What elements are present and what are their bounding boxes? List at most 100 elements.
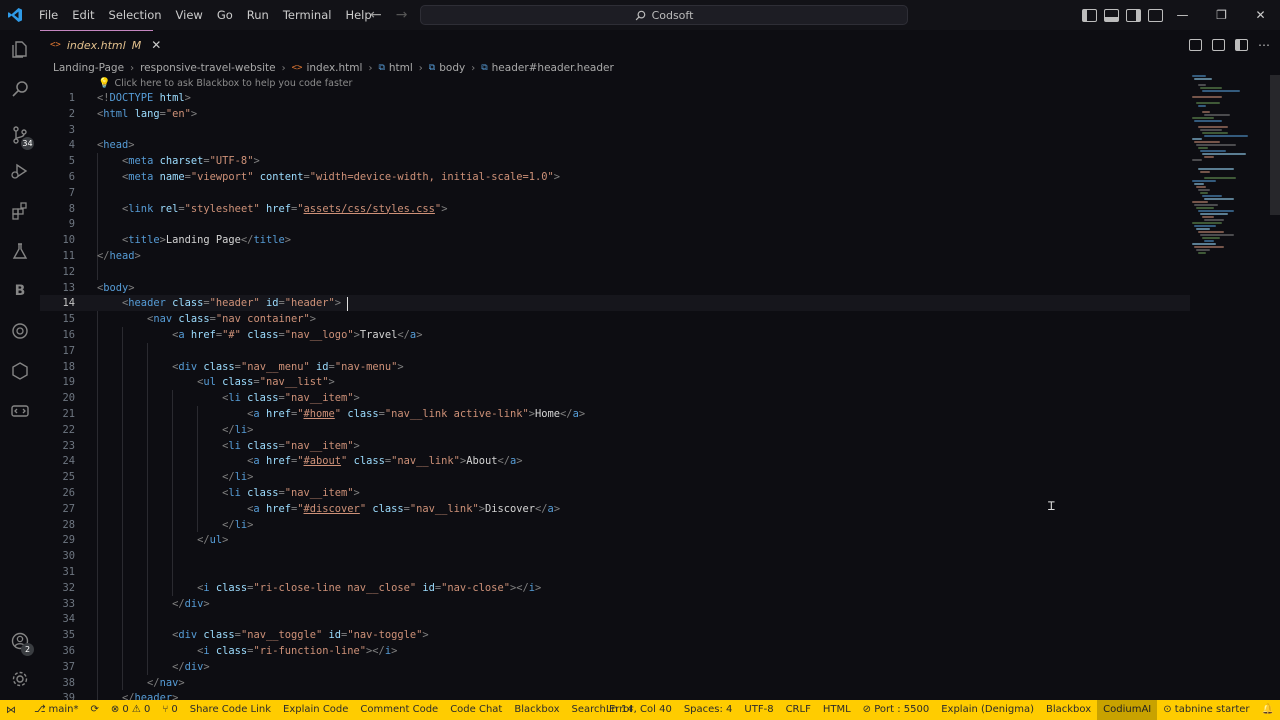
status-eol[interactable]: CRLF bbox=[780, 700, 817, 720]
status-port[interactable]: ⊘ Port : 5500 bbox=[857, 700, 936, 720]
code-line[interactable]: 25 </li> bbox=[40, 469, 1190, 485]
code-line[interactable]: 7 bbox=[40, 185, 1190, 201]
code-line[interactable]: 2 <html lang="en"> bbox=[40, 106, 1190, 122]
code-line[interactable]: 28 </li> bbox=[40, 517, 1190, 533]
menu-edit[interactable]: Edit bbox=[65, 4, 101, 26]
status-share-code-link[interactable]: Share Code Link bbox=[184, 700, 277, 720]
code-line[interactable]: 13 <body> bbox=[40, 280, 1190, 296]
menu-run[interactable]: Run bbox=[240, 4, 276, 26]
breadcrumb-symbol-header[interactable]: ⧉ header#header.header bbox=[481, 62, 614, 74]
menu-go[interactable]: Go bbox=[210, 4, 240, 26]
toggle-primary-sidebar-icon[interactable] bbox=[1082, 8, 1097, 22]
code-line[interactable]: 11 </head> bbox=[40, 248, 1190, 264]
codium-icon[interactable] bbox=[9, 320, 31, 342]
status-explain-denigma[interactable]: Explain (Denigma) bbox=[935, 700, 1040, 720]
run-debug-icon[interactable] bbox=[9, 160, 31, 182]
forward-arrow-icon[interactable]: → bbox=[396, 7, 408, 23]
status-branch[interactable]: ⎇ main* bbox=[28, 700, 85, 720]
status-encoding[interactable]: UTF-8 bbox=[738, 700, 779, 720]
blackbox-codelens[interactable]: 💡 Click here to ask Blackbox to help you… bbox=[98, 78, 352, 89]
status-notifications[interactable]: 🔔 bbox=[1256, 700, 1280, 720]
minimize-button[interactable]: — bbox=[1163, 0, 1202, 30]
tab-index-html[interactable]: <> index.html M ✕ bbox=[40, 30, 161, 59]
status-code-chat[interactable]: Code Chat bbox=[444, 700, 508, 720]
status-ports[interactable]: ⑂ 0 bbox=[156, 700, 183, 720]
status-comment-code[interactable]: Comment Code bbox=[354, 700, 444, 720]
breadcrumb-symbol-body[interactable]: ⧉ body bbox=[429, 62, 465, 74]
code-line[interactable]: 24 <a href="#about" class="nav__link">Ab… bbox=[40, 453, 1190, 469]
source-control-icon[interactable]: 34 bbox=[9, 124, 34, 150]
explorer-icon[interactable] bbox=[9, 38, 31, 60]
code-line[interactable]: 10 <title>Landing Page</title> bbox=[40, 232, 1190, 248]
code-line[interactable]: 8 <link rel="stylesheet" href="assets/cs… bbox=[40, 201, 1190, 217]
code-line[interactable]: 29 </ul> bbox=[40, 532, 1190, 548]
code-line[interactable]: 23 <li class="nav__item"> bbox=[40, 438, 1190, 454]
code-line[interactable]: 20 <li class="nav__item"> bbox=[40, 390, 1190, 406]
back-arrow-icon[interactable]: ← bbox=[370, 7, 382, 23]
code-line[interactable]: 5 <meta charset="UTF-8"> bbox=[40, 153, 1190, 169]
code-line[interactable]: 3 bbox=[40, 122, 1190, 138]
code-line[interactable]: 34 bbox=[40, 611, 1190, 627]
breadcrumb-file-index-html[interactable]: <> index.html bbox=[292, 62, 363, 74]
customize-layout-icon[interactable] bbox=[1148, 8, 1163, 22]
code-line[interactable]: 16 <a href="#" class="nav__logo">Travel<… bbox=[40, 327, 1190, 343]
code-line[interactable]: 9 bbox=[40, 216, 1190, 232]
code-line[interactable]: 18 <div class="nav__menu" id="nav-menu"> bbox=[40, 359, 1190, 375]
breadcrumb-folder-responsive-travel-website[interactable]: responsive-travel-website bbox=[140, 62, 276, 74]
manage-gear-icon[interactable] bbox=[9, 668, 31, 690]
breadcrumb-folder-landing-page[interactable]: Landing-Page bbox=[53, 62, 124, 74]
remote-indicator-icon[interactable]: ⋈ bbox=[0, 700, 22, 720]
status-spaces[interactable]: Spaces: 4 bbox=[678, 700, 739, 720]
status-blackbox[interactable]: Blackbox bbox=[508, 700, 565, 720]
menu-terminal[interactable]: Terminal bbox=[276, 4, 339, 26]
code-line[interactable]: 4 <head> bbox=[40, 137, 1190, 153]
command-center[interactable]: Codsoft bbox=[420, 5, 908, 25]
code-line[interactable]: 27 <a href="#discover" class="nav__link"… bbox=[40, 501, 1190, 517]
open-changes-icon[interactable] bbox=[1189, 38, 1202, 51]
close-button[interactable]: ✕ bbox=[1241, 0, 1280, 30]
code-line[interactable]: 39 </header> bbox=[40, 690, 1190, 700]
blackbox-icon[interactable]: B bbox=[9, 280, 31, 302]
menu-selection[interactable]: Selection bbox=[102, 4, 169, 26]
code-line[interactable]: 30 bbox=[40, 548, 1190, 564]
status-cursor-position[interactable]: Ln 14, Col 40 bbox=[600, 700, 678, 720]
code-line[interactable]: 14 <header class="header" id="header"> bbox=[40, 295, 1190, 312]
status-codium[interactable]: CodiumAI bbox=[1097, 700, 1158, 720]
split-editor-icon[interactable] bbox=[1235, 38, 1248, 51]
minimap[interactable] bbox=[1190, 75, 1270, 255]
status-tabnine[interactable]: ⊙ tabnine starter bbox=[1157, 700, 1255, 720]
toggle-secondary-sidebar-icon[interactable] bbox=[1126, 8, 1141, 22]
toggle-panel-icon[interactable] bbox=[1104, 8, 1119, 22]
code-line[interactable]: 38 </nav> bbox=[40, 675, 1190, 691]
code-line[interactable]: 19 <ul class="nav__list"> bbox=[40, 374, 1190, 390]
remote-icon[interactable] bbox=[9, 400, 31, 422]
scrollbar-thumb[interactable] bbox=[1270, 75, 1280, 215]
code-line[interactable]: 26 <li class="nav__item"> bbox=[40, 485, 1190, 501]
menu-file[interactable]: File bbox=[32, 4, 65, 26]
code-line[interactable]: 17 bbox=[40, 343, 1190, 359]
code-line[interactable]: 6 <meta name="viewport" content="width=d… bbox=[40, 169, 1190, 185]
status-explain-code[interactable]: Explain Code bbox=[277, 700, 354, 720]
code-line[interactable]: 31 bbox=[40, 564, 1190, 580]
search-icon[interactable] bbox=[9, 78, 31, 100]
status-sync[interactable]: ⟳ bbox=[85, 700, 105, 720]
accounts-icon[interactable]: 2 bbox=[9, 630, 34, 656]
code-editor[interactable]: 1 <!DOCTYPE html> 2 <html lang="en"> 3 4 <head… bbox=[40, 90, 1190, 700]
code-line[interactable]: 35 <div class="nav__toggle" id="nav-togg… bbox=[40, 627, 1190, 643]
code-line[interactable]: 12 bbox=[40, 264, 1190, 280]
status-problems[interactable]: ⊗ 0 ⚠ 0 bbox=[105, 700, 156, 720]
extensions-icon[interactable] bbox=[9, 200, 31, 222]
menu-view[interactable]: View bbox=[169, 4, 210, 26]
tabnine-icon[interactable] bbox=[9, 360, 31, 382]
code-line[interactable]: 33 </div> bbox=[40, 596, 1190, 612]
maximize-button[interactable]: ❐ bbox=[1202, 0, 1241, 30]
more-actions-icon[interactable]: ⋯ bbox=[1258, 38, 1270, 52]
code-line[interactable]: 21 <a href="#home" class="nav__link acti… bbox=[40, 406, 1190, 422]
code-line[interactable]: 37 </div> bbox=[40, 659, 1190, 675]
status-blackbox-right[interactable]: Blackbox bbox=[1040, 700, 1097, 720]
status-language[interactable]: HTML bbox=[817, 700, 857, 720]
preview-icon[interactable] bbox=[1212, 38, 1225, 51]
testing-icon[interactable] bbox=[9, 240, 31, 262]
code-line[interactable]: 1 <!DOCTYPE html> bbox=[40, 90, 1190, 106]
code-line[interactable]: 22 </li> bbox=[40, 422, 1190, 438]
